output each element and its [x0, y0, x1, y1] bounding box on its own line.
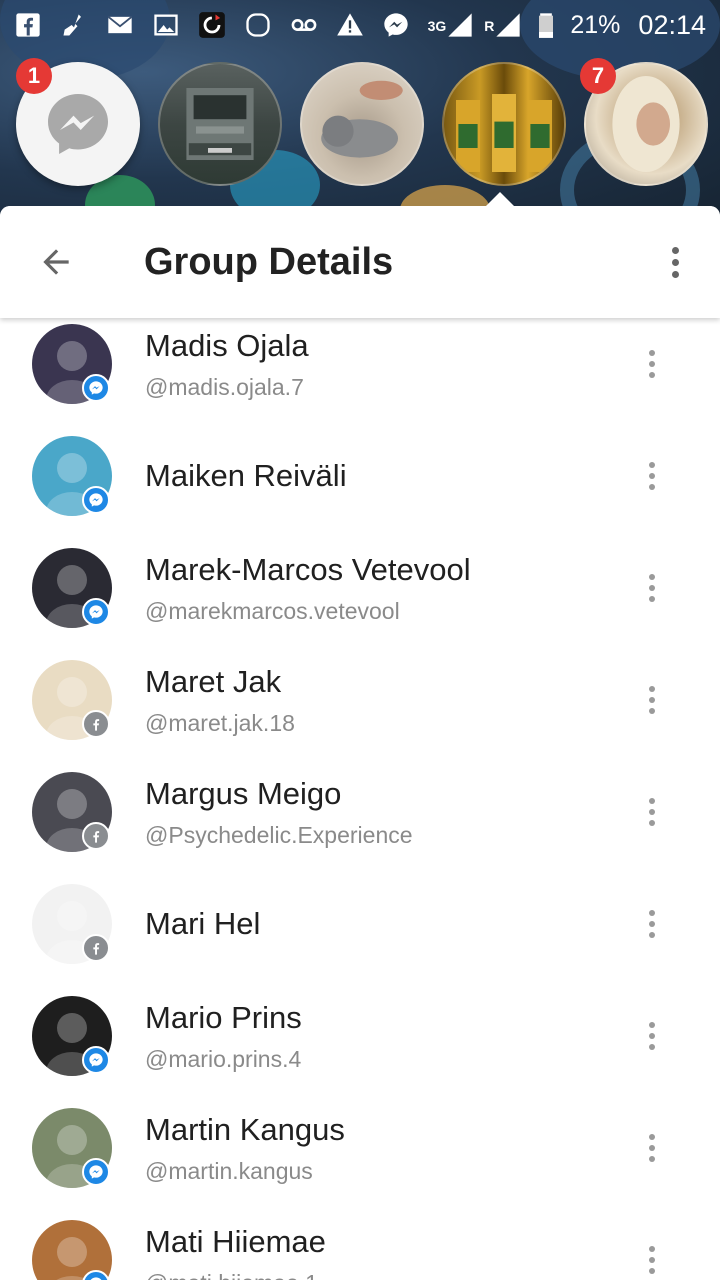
more-vertical-icon	[649, 1246, 655, 1274]
chat-head-bottles[interactable]	[442, 62, 566, 186]
member-handle: @madis.ojala.7	[145, 374, 304, 400]
member-name: Martin Kangus	[145, 1112, 345, 1147]
gallery-icon	[152, 11, 180, 39]
member-options-button[interactable]	[636, 1010, 668, 1062]
messenger-icon	[382, 11, 410, 39]
member-options-button[interactable]	[636, 338, 668, 390]
back-arrow-icon	[43, 249, 69, 275]
toolbar: Group Details	[0, 206, 720, 318]
messenger-badge-icon	[82, 598, 110, 626]
more-vertical-icon	[649, 1022, 655, 1050]
more-options-button[interactable]	[630, 206, 720, 318]
member-name: Maret Jak	[145, 664, 282, 699]
messenger-icon	[48, 94, 108, 154]
back-button[interactable]	[0, 206, 112, 318]
member-name: Mati Hiiemae	[145, 1224, 326, 1259]
member-row[interactable]: Martin Kangus @martin.kangus	[0, 1108, 720, 1220]
member-handle: @maret.jak.18	[145, 710, 295, 736]
facebook-badge-icon	[82, 710, 110, 738]
member-name: Margus Meigo	[145, 776, 342, 811]
facebook-badge-icon	[82, 934, 110, 962]
warning-icon	[336, 11, 364, 39]
member-name: Maiken Reiväli	[145, 458, 347, 493]
member-handle: @marekmarcos.vetevool	[145, 598, 400, 624]
member-options-button[interactable]	[636, 674, 668, 726]
chat-head-truck[interactable]	[158, 62, 282, 186]
more-vertical-icon	[649, 462, 655, 490]
member-row[interactable]: Mati Hiiemae @mati.hiiemae.1	[0, 1220, 720, 1280]
square-icon	[244, 11, 272, 39]
more-vertical-icon	[649, 1134, 655, 1162]
member-row[interactable]: Maret Jak @maret.jak.18	[0, 660, 720, 772]
member-options-button[interactable]	[636, 562, 668, 614]
member-options-button[interactable]	[636, 786, 668, 838]
member-name: Mario Prins	[145, 1000, 302, 1035]
chat-head-cat[interactable]	[300, 62, 424, 186]
member-options-button[interactable]	[636, 1122, 668, 1174]
more-vertical-icon	[649, 350, 655, 378]
member-row[interactable]: Margus Meigo @Psychedelic.Experience	[0, 772, 720, 884]
more-vertical-icon	[649, 574, 655, 602]
status-bar: 3G R 21% 02:14	[0, 0, 720, 50]
more-vertical-icon	[649, 910, 655, 938]
member-name: Marek-Marcos Vetevool	[145, 552, 471, 587]
member-options-button[interactable]	[636, 1234, 668, 1280]
messenger-badge-icon	[82, 374, 110, 402]
member-options-button[interactable]	[636, 898, 668, 950]
more-vertical-icon	[649, 686, 655, 714]
unread-badge: 7	[580, 58, 616, 94]
member-row[interactable]: Marek-Marcos Vetevool @marekmarcos.vetevo…	[0, 548, 720, 660]
group-details-panel: Group Details Madis Ojala @madis.ojala.7 M…	[0, 206, 720, 1280]
facebook-badge-icon	[82, 822, 110, 850]
unread-badge: 1	[16, 58, 52, 94]
battery-percent: 21%	[570, 10, 621, 39]
member-name: Mari Hel	[145, 906, 261, 941]
active-chat-caret	[486, 192, 514, 206]
messenger-badge-icon	[82, 1046, 110, 1074]
battery-icon	[532, 11, 560, 39]
member-row[interactable]: Maiken Reiväli	[0, 436, 720, 548]
member-row[interactable]: Madis Ojala @madis.ojala.7	[0, 324, 720, 436]
network-type: 3G	[427, 17, 447, 34]
clock: 02:14	[638, 9, 706, 40]
voicemail-icon	[290, 11, 318, 39]
member-row[interactable]: Mari Hel	[0, 884, 720, 996]
signal-icon	[446, 11, 474, 39]
more-vertical-icon	[649, 798, 655, 826]
sync-icon	[198, 11, 226, 39]
member-options-button[interactable]	[636, 450, 668, 502]
more-vertical-icon	[671, 246, 679, 278]
signal-icon	[494, 11, 522, 39]
page-title: Group Details	[144, 240, 394, 283]
messenger-badge-icon	[82, 1158, 110, 1186]
cleaner-icon	[60, 11, 88, 39]
facebook-icon	[14, 11, 42, 39]
mail-icon	[106, 11, 134, 39]
member-row[interactable]: Mario Prins @mario.prins.4	[0, 996, 720, 1108]
roaming-indicator: R	[484, 17, 495, 34]
member-handle: @mati.hiiemae.1	[145, 1270, 318, 1280]
messenger-badge-icon	[82, 486, 110, 514]
member-handle: @Psychedelic.Experience	[145, 822, 413, 848]
member-name: Madis Ojala	[145, 328, 309, 363]
member-handle: @martin.kangus	[145, 1158, 313, 1184]
member-handle: @mario.prins.4	[145, 1046, 302, 1072]
